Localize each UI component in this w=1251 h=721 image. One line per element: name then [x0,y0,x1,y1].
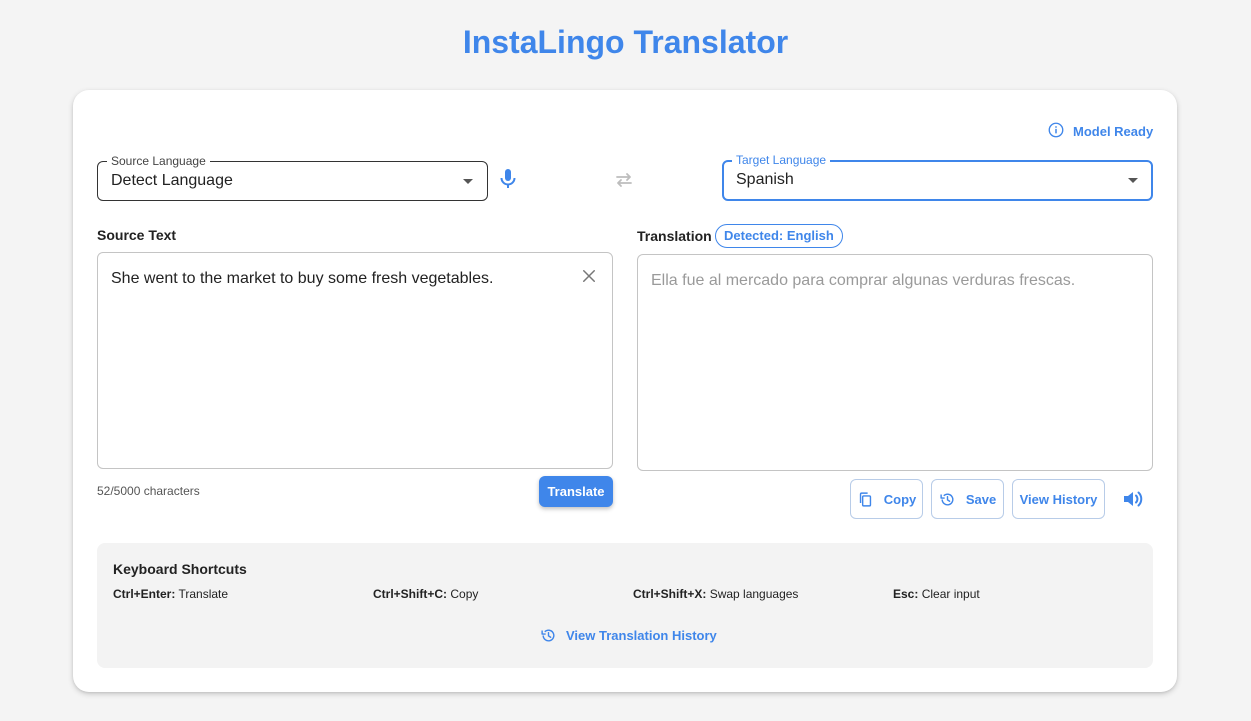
shortcut-action: Clear input [921,587,980,601]
swap-languages-button[interactable] [612,168,636,192]
shortcut-item: Ctrl+Enter: Translate [113,587,228,601]
mic-button[interactable] [496,167,520,191]
source-text-label: Source Text [97,227,177,243]
source-language-value: Detect Language [111,172,233,189]
shortcut-action: Copy [450,587,479,601]
shortcut-item: Ctrl+Shift+X: Swap languages [633,587,798,601]
translated-text: Ella fue al mercado para comprar algunas… [651,272,1076,289]
target-language-label: Target Language [732,153,831,167]
history-link-label: View Translation History [566,628,717,643]
view-history-button[interactable]: View History [1012,479,1105,519]
shortcut-action: Swap languages [709,587,799,601]
shortcut-keys: Ctrl+Shift+X: [633,587,707,601]
view-history-button-label: View History [1019,491,1098,507]
chevron-down-icon [1128,178,1138,183]
translate-button[interactable]: Translate [539,476,613,507]
copy-button-label: Copy [883,491,917,507]
target-language-select[interactable]: Target Language Spanish [722,153,1153,201]
keyboard-shortcuts-panel: Keyboard Shortcuts Ctrl+Enter: Translate… [97,543,1153,668]
history-icon [940,493,954,505]
model-status[interactable]: Model Ready [1047,121,1153,142]
close-icon [583,270,595,282]
speaker-icon [1124,491,1143,507]
speak-button[interactable] [1121,487,1145,511]
app-title: InstaLingo Translator [462,24,789,60]
save-button-label: Save [965,491,997,507]
translator-card: Model Ready Source Language Detect Langu… [73,90,1177,692]
copy-icon [859,491,871,507]
shortcut-keys: Ctrl+Enter: [113,587,176,601]
shortcut-keys: Ctrl+Shift+C: [373,587,448,601]
save-button[interactable]: Save [931,479,1004,519]
clear-input-button[interactable] [580,267,598,285]
shortcut-item: Ctrl+Shift+C: Copy [373,587,478,601]
mic-icon [500,169,516,188]
character-count: 52/5000 characters [97,484,200,498]
target-language-value: Spanish [736,171,794,188]
source-language-label: Source Language [107,154,210,168]
chevron-down-icon [463,179,473,184]
shortcuts-title: Keyboard Shortcuts [113,561,247,577]
info-icon [1047,121,1065,142]
detected-language-badge: Detected: English [715,224,843,248]
source-language-select[interactable]: Source Language Detect Language [97,154,488,201]
copy-button[interactable]: Copy [850,479,923,519]
shortcut-keys: Esc: [893,587,919,601]
translation-label: Translation [637,228,712,244]
source-textarea[interactable]: She went to the market to buy some fresh… [97,252,613,469]
shortcut-item: Esc: Clear input [893,587,980,601]
model-status-label: Model Ready [1073,124,1154,139]
view-translation-history-link[interactable]: View Translation History [540,627,717,644]
source-text: She went to the market to buy some fresh… [111,270,494,287]
shortcut-action: Translate [178,587,229,601]
swap-icon [616,173,632,187]
history-icon [541,629,555,642]
translation-output: Ella fue al mercado para comprar algunas… [637,254,1153,471]
